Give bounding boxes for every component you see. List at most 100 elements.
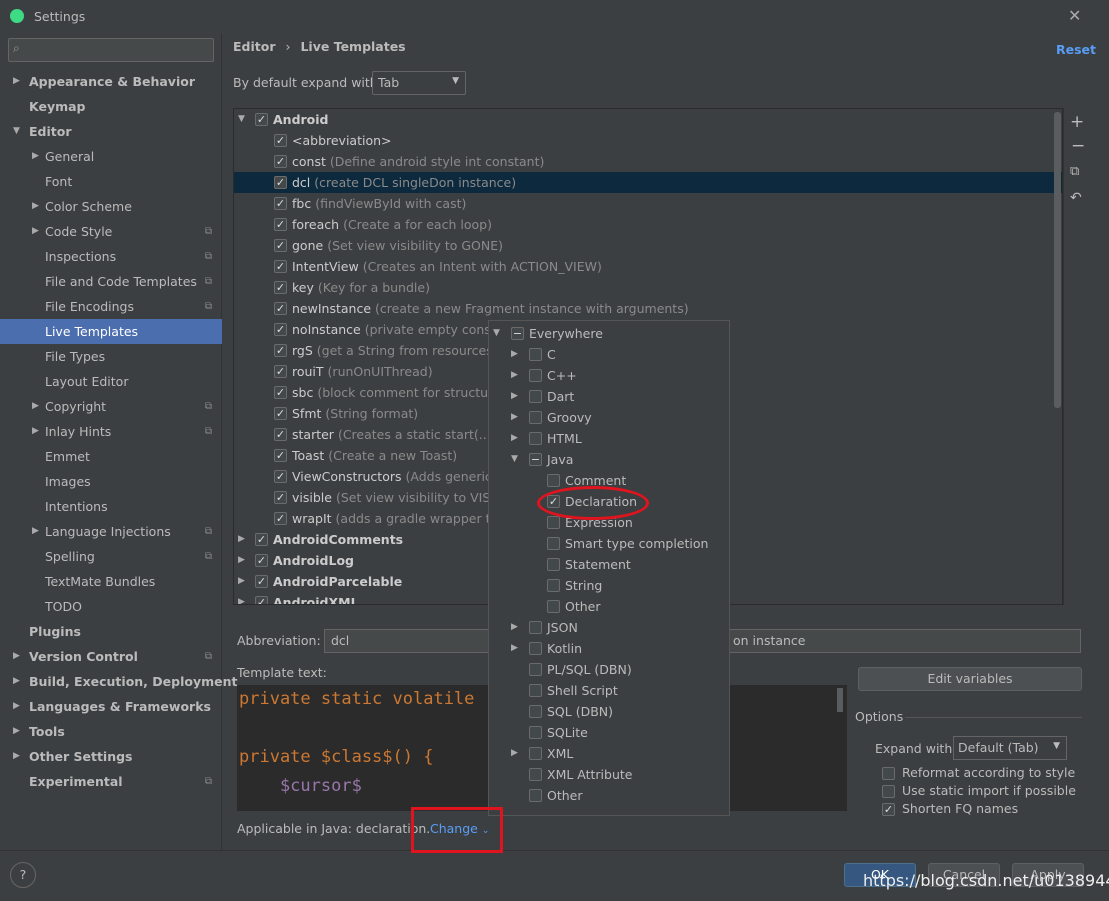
checkbox[interactable]: ✓ xyxy=(274,197,287,210)
checkbox[interactable]: ✓ xyxy=(882,803,895,816)
context-item[interactable]: SQL (DBN) xyxy=(489,701,729,722)
sidebar-item[interactable]: Images xyxy=(0,469,222,494)
checkbox[interactable] xyxy=(529,726,542,739)
checkbox[interactable] xyxy=(529,369,542,382)
checkbox[interactable]: ✓ xyxy=(274,386,287,399)
template-item[interactable]: ✓ foreach (Create a for each loop) xyxy=(234,214,1062,235)
sidebar-item[interactable]: File and Code Templates ⧉ xyxy=(0,269,222,294)
checkbox[interactable] xyxy=(547,558,560,571)
context-item[interactable]: ▼ − Everywhere xyxy=(489,323,729,344)
checkbox[interactable]: ✓ xyxy=(274,218,287,231)
checkbox[interactable] xyxy=(547,579,560,592)
sidebar-item[interactable]: ▼ Editor xyxy=(0,119,222,144)
checkbox[interactable]: ✓ xyxy=(255,575,268,588)
chevron-right-icon[interactable]: ▶ xyxy=(511,365,518,386)
close-icon[interactable]: ✕ xyxy=(1068,6,1081,25)
template-item[interactable]: ✓ fbc (findViewById with cast) xyxy=(234,193,1062,214)
template-item[interactable]: ✓ const (Define android style int constant… xyxy=(234,151,1062,172)
option-label[interactable]: Shorten FQ names xyxy=(902,801,1018,816)
sidebar-item[interactable]: Font xyxy=(0,169,222,194)
context-item[interactable]: Shell Script xyxy=(489,680,729,701)
checkbox[interactable] xyxy=(547,474,560,487)
help-button[interactable]: ? xyxy=(10,862,36,888)
checkbox[interactable]: ✓ xyxy=(274,512,287,525)
checkbox[interactable]: ✓ xyxy=(255,596,268,604)
sidebar-item[interactable]: File Types xyxy=(0,344,222,369)
checkbox[interactable]: − xyxy=(529,453,542,466)
sidebar-item[interactable]: Intentions xyxy=(0,494,222,519)
checkbox[interactable]: ✓ xyxy=(255,113,268,126)
checkbox[interactable]: − xyxy=(511,327,524,340)
template-item[interactable]: ✓ <abbreviation> xyxy=(234,130,1062,151)
chevron-right-icon[interactable]: ▶ xyxy=(238,592,245,604)
sidebar-item[interactable]: Plugins xyxy=(0,619,222,644)
checkbox[interactable] xyxy=(529,348,542,361)
chevron-right-icon[interactable]: ▶ xyxy=(238,571,245,592)
reset-link[interactable]: Reset xyxy=(1056,42,1096,57)
chevron-right-icon[interactable]: ▶ xyxy=(238,550,245,571)
checkbox[interactable] xyxy=(529,390,542,403)
chevron-right-icon[interactable]: ▶ xyxy=(511,617,518,638)
checkbox[interactable]: ✓ xyxy=(274,281,287,294)
sidebar-item[interactable]: Keymap xyxy=(0,94,222,119)
sidebar-item[interactable]: ▶ Tools xyxy=(0,719,222,744)
template-item[interactable]: ✓ gone (Set view visibility to GONE) xyxy=(234,235,1062,256)
context-item[interactable]: XML Attribute xyxy=(489,764,729,785)
template-item[interactable]: ✓ key (Key for a bundle) xyxy=(234,277,1062,298)
expand-with-select[interactable]: Default (Tab) ▼ xyxy=(953,736,1067,760)
sidebar-item[interactable]: Layout Editor xyxy=(0,369,222,394)
chevron-down-icon[interactable]: ▼ xyxy=(238,109,245,130)
checkbox[interactable] xyxy=(529,663,542,676)
context-item[interactable]: Smart type completion xyxy=(489,533,729,554)
search-input[interactable]: ⌕ xyxy=(8,38,214,62)
checkbox[interactable] xyxy=(529,684,542,697)
checkbox[interactable]: ✓ xyxy=(274,407,287,420)
template-item[interactable]: ✓ dcl (create DCL singleDon instance) xyxy=(234,172,1062,193)
editor-scrollbar[interactable] xyxy=(837,688,843,712)
context-item[interactable]: Other xyxy=(489,596,729,617)
checkbox[interactable]: ✓ xyxy=(255,533,268,546)
chevron-right-icon[interactable]: ▶ xyxy=(511,344,518,365)
context-item[interactable]: ▶ C++ xyxy=(489,365,729,386)
chevron-right-icon[interactable]: ▶ xyxy=(511,428,518,449)
sidebar-item[interactable]: TextMate Bundles xyxy=(0,569,222,594)
checkbox[interactable] xyxy=(529,747,542,760)
option-label[interactable]: Reformat according to style xyxy=(902,765,1075,780)
context-item[interactable]: ▶ XML xyxy=(489,743,729,764)
checkbox[interactable]: ✓ xyxy=(274,449,287,462)
template-group[interactable]: ▼ ✓ Android xyxy=(234,109,1062,130)
sidebar-item[interactable]: Inspections ⧉ xyxy=(0,244,222,269)
chevron-right-icon[interactable]: ▶ xyxy=(511,386,518,407)
edit-variables-button[interactable]: Edit variables xyxy=(858,667,1082,691)
sidebar-item[interactable]: Experimental ⧉ xyxy=(0,769,222,794)
sidebar-item[interactable]: ▶ Inlay Hints ⧉ xyxy=(0,419,222,444)
context-item[interactable]: Statement xyxy=(489,554,729,575)
checkbox[interactable] xyxy=(529,432,542,445)
context-item[interactable]: ▶ HTML xyxy=(489,428,729,449)
tree-scrollbar[interactable] xyxy=(1054,112,1061,408)
undo-icon[interactable]: ↶ xyxy=(1070,190,1082,206)
template-item[interactable]: ✓ IntentView (Creates an Intent with ACTIO… xyxy=(234,256,1062,277)
sidebar-item[interactable]: ▶ Appearance & Behavior xyxy=(0,69,222,94)
breadcrumb-editor[interactable]: Editor xyxy=(233,39,276,54)
context-item[interactable]: SQLite xyxy=(489,722,729,743)
checkbox[interactable]: ✓ xyxy=(274,260,287,273)
option-label[interactable]: Use static import if possible xyxy=(902,783,1076,798)
copy-icon[interactable]: ⧉ xyxy=(1070,164,1079,179)
context-item[interactable]: Other xyxy=(489,785,729,806)
chevron-right-icon[interactable]: ▶ xyxy=(511,407,518,428)
checkbox[interactable] xyxy=(529,642,542,655)
expand-default-select[interactable]: Tab ▼ xyxy=(372,71,466,95)
checkbox[interactable] xyxy=(529,705,542,718)
context-item[interactable]: ▶ Groovy xyxy=(489,407,729,428)
context-item[interactable]: String xyxy=(489,575,729,596)
checkbox[interactable] xyxy=(882,785,895,798)
sidebar-item[interactable]: Live Templates xyxy=(0,319,222,344)
context-item[interactable]: PL/SQL (DBN) xyxy=(489,659,729,680)
template-item[interactable]: ✓ newInstance (create a new Fragment insta… xyxy=(234,298,1062,319)
checkbox[interactable]: ✓ xyxy=(274,428,287,441)
sidebar-item[interactable]: ▶ Languages & Frameworks xyxy=(0,694,222,719)
chevron-right-icon[interactable]: ▶ xyxy=(238,529,245,550)
checkbox[interactable] xyxy=(529,768,542,781)
add-icon[interactable]: + xyxy=(1070,112,1084,132)
